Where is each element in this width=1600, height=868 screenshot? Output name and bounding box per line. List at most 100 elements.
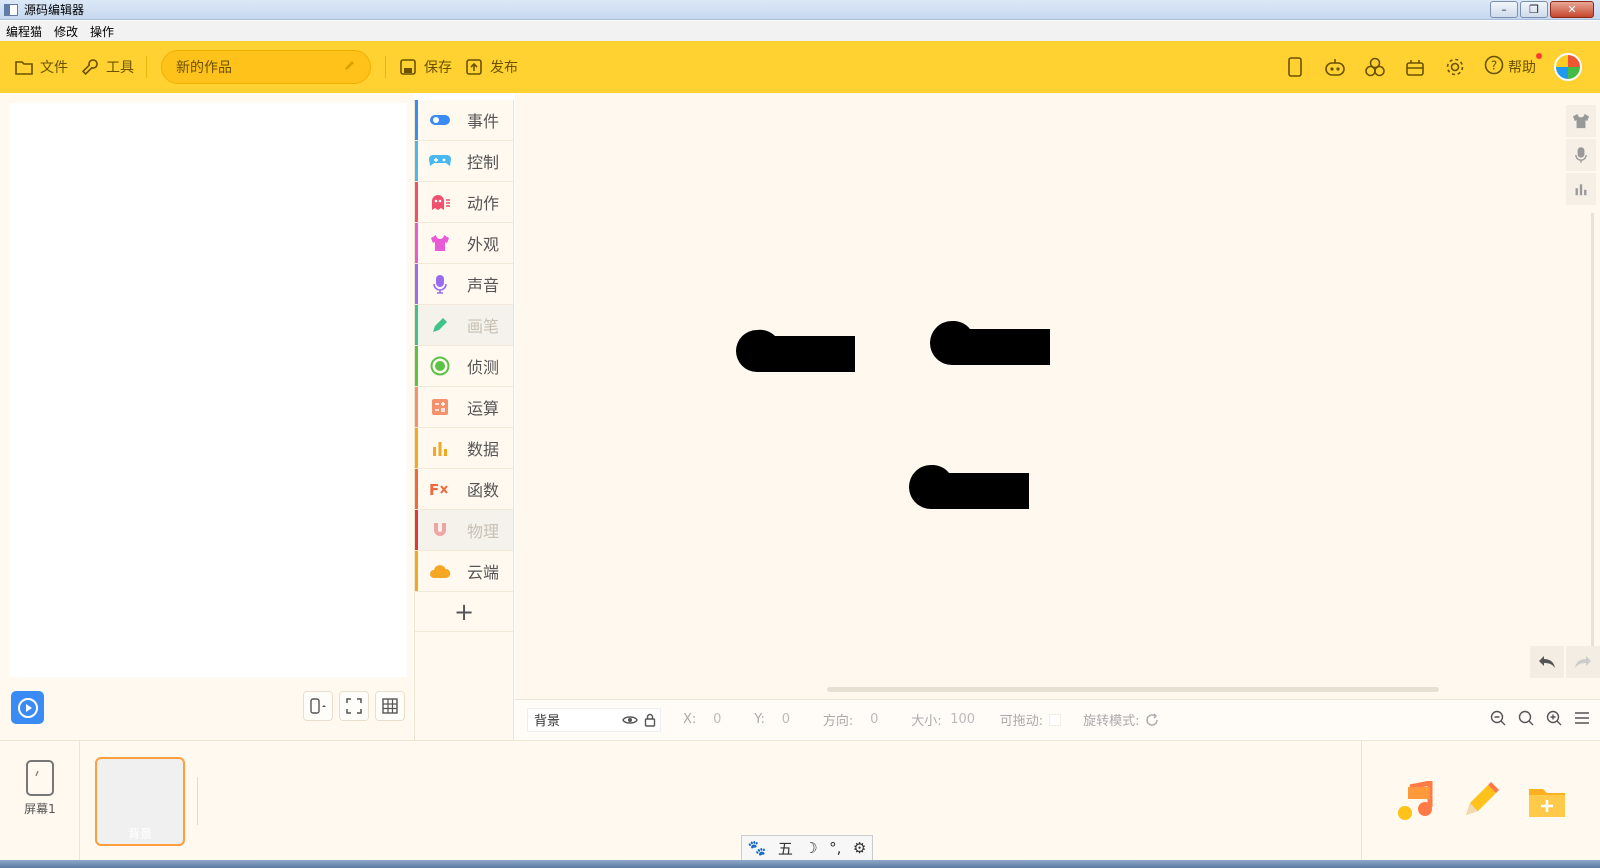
ime-paw-icon[interactable]: 🐾 (748, 839, 767, 857)
draggable-checkbox[interactable] (1049, 713, 1062, 726)
category-label: 声音 (467, 276, 500, 295)
direction-label: 方向: (822, 714, 854, 729)
tools-button[interactable]: 工具 (74, 52, 140, 82)
vertical-scrollbar[interactable] (1591, 213, 1594, 653)
y-input[interactable]: 0 (771, 712, 801, 727)
category-label: 画笔 (467, 317, 500, 336)
category-events[interactable]: 事件 (415, 100, 513, 141)
microphone-icon (429, 273, 451, 295)
hamburger-icon (1575, 712, 1589, 724)
add-extension-button[interactable]: + (415, 592, 513, 632)
y-position: Y: 0 (754, 712, 801, 727)
run-button[interactable] (11, 691, 44, 724)
workspace-menu-button[interactable] (1572, 708, 1592, 728)
background-thumbnail[interactable]: 背景 (95, 757, 185, 846)
category-motion[interactable]: 动作 (415, 182, 513, 223)
category-cloud[interactable]: 云端 (415, 551, 513, 592)
svg-text:F: F (429, 481, 439, 498)
grid-button[interactable] (375, 691, 405, 721)
category-functions[interactable]: F 函数 (415, 469, 513, 510)
menu-item-operate[interactable]: 操作 (90, 23, 114, 40)
file-button[interactable]: 文件 (8, 52, 74, 82)
code-block[interactable] (735, 328, 857, 372)
costume-button[interactable] (1566, 105, 1596, 137)
ime-moon-icon[interactable]: ☽ (804, 839, 817, 857)
code-block[interactable] (930, 321, 1052, 365)
direction-input[interactable]: 0 (859, 712, 889, 727)
x-position: X: 0 (683, 712, 732, 727)
help-button[interactable]: ? 帮助 (1484, 53, 1542, 79)
category-label: 物理 (467, 522, 500, 541)
tools-label: 工具 (106, 60, 134, 76)
tablet-icon[interactable] (1284, 56, 1306, 78)
magnet-icon (429, 519, 451, 541)
gamepad-icon (429, 150, 451, 172)
zoom-out-button[interactable] (1488, 708, 1508, 728)
restore-button[interactable]: ❐ (1520, 1, 1548, 18)
category-control[interactable]: 控制 (415, 141, 513, 182)
ime-wubi[interactable]: 五 (778, 838, 793, 859)
stage-canvas[interactable] (10, 103, 407, 677)
shirt-icon (1573, 113, 1589, 129)
zoom-in-button[interactable] (1544, 708, 1564, 728)
screen-label: 屏幕1 (24, 802, 56, 816)
gift-box-icon[interactable] (1404, 56, 1426, 78)
upload-icon (464, 57, 484, 77)
data-button[interactable] (1566, 173, 1596, 205)
zoom-reset-button[interactable] (1516, 708, 1536, 728)
paint-pencil-icon[interactable] (1460, 781, 1500, 821)
eye-icon[interactable] (622, 714, 638, 726)
gear-icon[interactable] (1444, 56, 1466, 78)
ghost-icon (429, 191, 451, 213)
x-input[interactable]: 0 (702, 712, 732, 727)
menu-item-codemao[interactable]: 编程猫 (6, 23, 42, 40)
ime-punctuation[interactable]: °, (829, 839, 841, 857)
device-switch-button[interactable] (303, 691, 333, 721)
size-input[interactable]: 100 (948, 712, 978, 727)
screen-tab[interactable]: 屏幕1 (18, 759, 62, 817)
undo-button[interactable] (1530, 646, 1564, 678)
music-library-icon[interactable] (1396, 781, 1436, 821)
category-sound[interactable]: 声音 (415, 264, 513, 305)
extensions-icon[interactable] (1364, 56, 1386, 78)
toolbar-right: ? 帮助 (1284, 41, 1600, 93)
folder-add-icon[interactable] (1527, 781, 1567, 821)
fullscreen-button[interactable] (339, 691, 369, 721)
draggable-label: 可拖动: (999, 714, 1044, 729)
sprite-name-field[interactable]: 背景 (527, 707, 661, 732)
minimize-button[interactable]: – (1490, 1, 1518, 18)
y-label: Y: (754, 712, 765, 727)
category-operators[interactable]: 运算 (415, 387, 513, 428)
project-name-text: 新的作品 (176, 60, 232, 76)
sound-button[interactable] (1566, 139, 1596, 171)
lock-icon[interactable] (644, 713, 656, 727)
code-workspace[interactable] (515, 93, 1600, 699)
title-bar: 源码编辑器 – ❐ ✕ (0, 0, 1600, 20)
category-sensing[interactable]: 侦测 (415, 346, 513, 387)
toolbar-divider (146, 56, 147, 78)
redo-button[interactable] (1566, 646, 1600, 678)
size-label: 大小: (911, 714, 942, 729)
rotate-icon[interactable] (1145, 713, 1159, 727)
robot-icon[interactable] (1324, 56, 1346, 78)
microphone-icon (1575, 147, 1587, 163)
horizontal-scrollbar[interactable] (827, 687, 1439, 692)
category-physics[interactable]: 物理 (415, 510, 513, 551)
category-data[interactable]: 数据 (415, 428, 513, 469)
category-looks[interactable]: 外观 (415, 223, 513, 264)
zoom-in-icon (1546, 710, 1562, 726)
publish-button[interactable]: 发布 (458, 52, 524, 82)
os-taskbar (0, 860, 1600, 868)
sprite-properties-bar: 背景 X: 0 Y: 0 方向: 0 大小: 100 可拖动: 旋转模式: (515, 699, 1600, 739)
save-button[interactable]: 保存 (392, 52, 458, 82)
project-name-field[interactable]: 新的作品 (161, 50, 371, 84)
close-button[interactable]: ✕ (1550, 1, 1594, 18)
menu-item-edit[interactable]: 修改 (54, 23, 78, 40)
ime-settings-icon[interactable]: ⚙ (853, 839, 866, 857)
pen-icon (429, 314, 451, 336)
category-pen[interactable]: 画笔 (415, 305, 513, 346)
asset-panel (1361, 741, 1600, 861)
code-block[interactable] (909, 465, 1031, 509)
menu-bar: 编程猫 修改 操作 (0, 21, 1600, 41)
user-avatar[interactable] (1554, 53, 1582, 81)
